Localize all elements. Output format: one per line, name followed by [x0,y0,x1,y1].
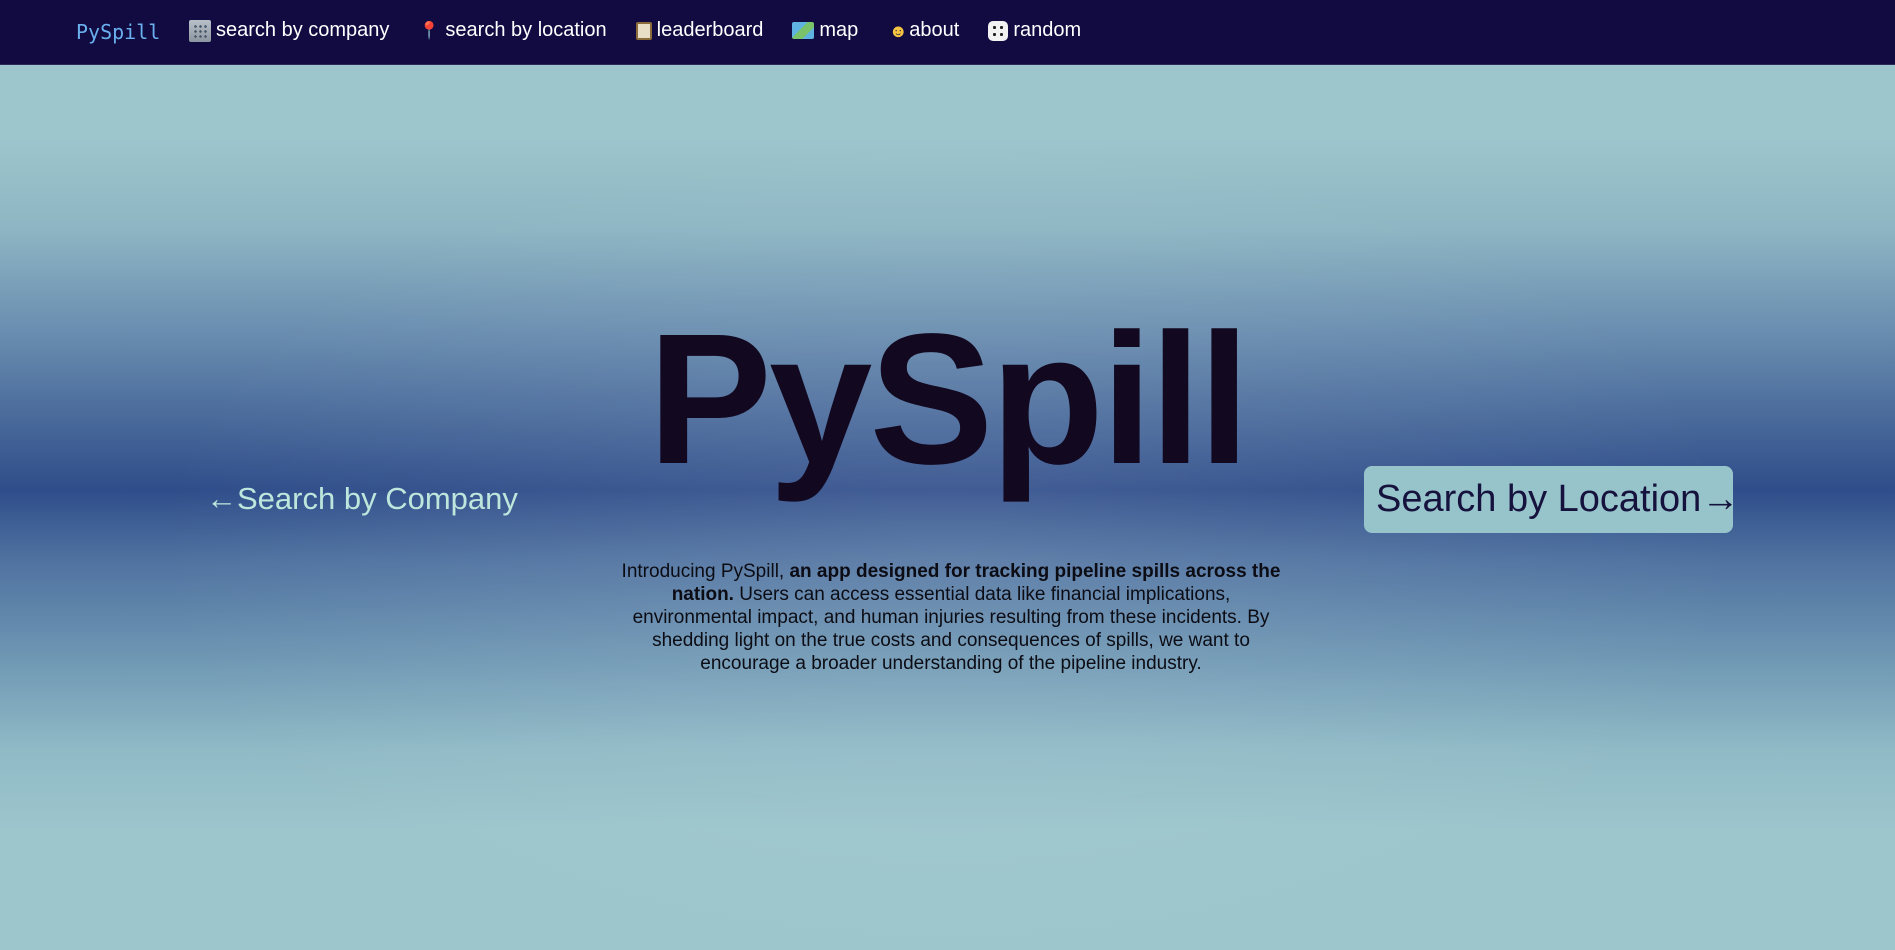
clipboard-icon [635,21,652,40]
nav-label: search by location [445,19,607,41]
nav-label: search by company [216,19,390,41]
nav-random[interactable]: random [988,19,1081,42]
pin-icon: 📍 [418,20,440,40]
nav-links: search by company 📍 search by location l… [189,19,1110,42]
search-by-location-button[interactable]: Search by Location→ [1364,466,1739,533]
top-navbar: PySpill search by company 📍 search by lo… [0,0,1895,65]
map-icon [792,22,815,39]
building-icon [189,19,211,42]
search-by-company-link[interactable]: ←Search by Company [206,481,518,517]
nav-search-by-company[interactable]: search by company [189,19,389,42]
dice-icon [988,20,1009,41]
nav-leaderboard[interactable]: leaderboard [635,19,764,42]
intro-paragraph: Introducing PySpill, an app designed for… [612,560,1290,675]
nav-label: random [1013,19,1082,41]
nav-label: about [909,19,960,41]
nav-label: leaderboard [656,19,764,41]
nav-label: map [819,19,859,41]
nav-search-by-location[interactable]: 📍 search by location [418,19,607,42]
person-raising-hand-icon: ☻ [888,20,908,41]
nav-about[interactable]: ☻ about [887,19,960,42]
brand-link[interactable]: PySpill [76,20,160,44]
intro-prefix: Introducing PySpill, [621,561,790,582]
nav-map[interactable]: map [792,19,858,42]
